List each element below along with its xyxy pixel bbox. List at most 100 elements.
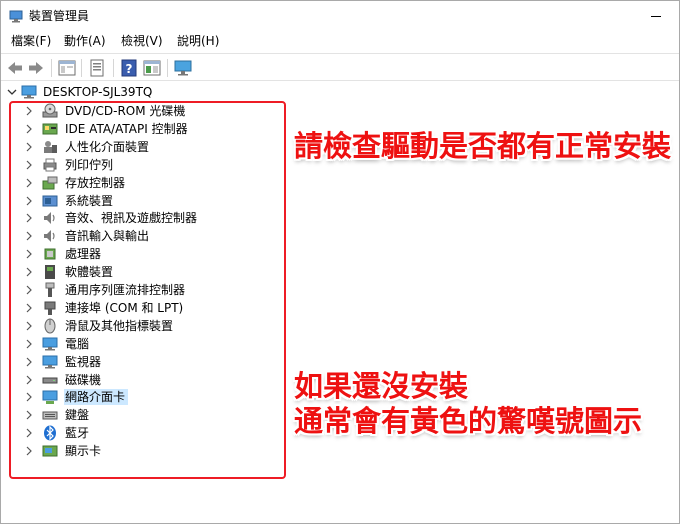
menu-help[interactable]: 說明(H): [175, 33, 221, 49]
device-category[interactable]: 磁碟機: [1, 371, 261, 389]
device-category[interactable]: 存放控制器: [1, 174, 261, 192]
device-category-label: IDE ATA/ATAPI 控制器: [65, 121, 188, 136]
device-category[interactable]: 處理器: [1, 245, 261, 263]
sound-icon: [44, 212, 55, 225]
storage-controller-icon: [42, 176, 58, 190]
dvd-drive-icon: [42, 103, 58, 118]
device-category-label: DVD/CD-ROM 光碟機: [65, 104, 186, 118]
properties-icon[interactable]: [87, 58, 107, 78]
chevron-down-icon[interactable]: [7, 87, 17, 97]
usb-icon: [45, 282, 55, 297]
software-device-icon: [45, 265, 55, 280]
device-category-label: 監視器: [65, 354, 102, 369]
title-bar: 裝置管理員: [1, 1, 679, 31]
tree-root[interactable]: DESKTOP-SJL39TQ: [1, 83, 301, 101]
device-category[interactable]: 顯示卡: [1, 442, 261, 460]
device-category-label: 音訊輸入與輸出: [65, 229, 150, 244]
device-category-label: 列印佇列: [65, 157, 114, 172]
system-device-icon: [42, 195, 58, 206]
annotation-check-drivers: 請檢查驅動是否都有正常安裝: [294, 129, 672, 163]
toolbar: ?: [1, 53, 679, 81]
device-category-label: 磁碟機: [65, 372, 102, 387]
window-title: 裝置管理員: [29, 9, 90, 23]
device-category-label: 處理器: [65, 247, 102, 262]
device-category[interactable]: 音效、視訊及遊戲控制器: [1, 209, 261, 227]
device-category[interactable]: 列印佇列: [1, 156, 261, 174]
menu-file[interactable]: 檔案(F): [9, 33, 53, 49]
device-category[interactable]: 連接埠 (COM 和 LPT): [1, 299, 261, 317]
toolbar-separator: [113, 59, 114, 77]
processor-icon: [44, 248, 56, 260]
chevron-right-icon[interactable]: [24, 142, 34, 152]
device-category[interactable]: 鍵盤: [1, 406, 261, 424]
device-category-label: 藍牙: [65, 426, 90, 441]
device-category[interactable]: 網路介面卡: [1, 388, 261, 406]
device-category[interactable]: 軟體裝置: [1, 263, 261, 281]
chevron-right-icon[interactable]: [24, 231, 34, 241]
device-category[interactable]: 人性化介面裝置: [1, 138, 261, 156]
chevron-right-icon[interactable]: [24, 339, 34, 349]
device-category-label: 音效、視訊及遊戲控制器: [65, 211, 198, 226]
device-category-label: 顯示卡: [65, 444, 102, 459]
display-adapter-icon: [42, 445, 58, 457]
ide-controller-icon: [42, 123, 58, 135]
device-category[interactable]: 滑鼠及其他指標裝置: [1, 317, 261, 335]
device-category[interactable]: DVD/CD-ROM 光碟機: [1, 102, 261, 120]
device-category-label: 網路介面卡: [64, 389, 129, 406]
hid-icon: [44, 140, 57, 153]
device-category[interactable]: 音訊輸入與輸出: [1, 227, 261, 245]
bluetooth-icon: [44, 425, 56, 441]
chevron-right-icon[interactable]: [24, 196, 34, 206]
chevron-right-icon[interactable]: [24, 303, 34, 313]
chevron-right-icon[interactable]: [24, 178, 34, 188]
chevron-right-icon[interactable]: [24, 428, 34, 438]
chevron-right-icon[interactable]: [24, 375, 34, 385]
device-category-label: 電腦: [65, 336, 90, 351]
device-category-label: 人性化介面裝置: [65, 139, 150, 154]
svg-text:?: ?: [126, 62, 133, 76]
device-category[interactable]: 電腦: [1, 335, 261, 353]
chevron-right-icon[interactable]: [24, 213, 34, 223]
chevron-right-icon[interactable]: [24, 267, 34, 277]
device-category[interactable]: 通用序列匯流排控制器: [1, 281, 261, 299]
monitor-icon: [42, 355, 58, 369]
device-manager-app-icon: [9, 10, 23, 23]
chevron-right-icon[interactable]: [24, 249, 34, 259]
device-category-label: 連接埠 (COM 和 LPT): [65, 300, 184, 315]
keyboard-icon: [42, 411, 58, 420]
scan-hardware-icon[interactable]: [173, 58, 193, 78]
chevron-right-icon[interactable]: [24, 410, 34, 420]
menu-view[interactable]: 檢視(V): [119, 33, 165, 49]
chevron-right-icon[interactable]: [24, 160, 34, 170]
chevron-right-icon[interactable]: [24, 446, 34, 456]
toolbar-separator: [167, 59, 168, 77]
chevron-right-icon[interactable]: [24, 357, 34, 367]
network-adapter-icon: [42, 390, 58, 405]
annotation-yellow-warning: 通常會有黃色的驚嘆號圖示: [294, 404, 643, 438]
back-icon[interactable]: [5, 58, 25, 78]
chevron-right-icon[interactable]: [24, 285, 34, 295]
device-category-label: 通用序列匯流排控制器: [65, 283, 186, 297]
disk-drive-icon: [42, 377, 58, 383]
chevron-right-icon[interactable]: [24, 392, 34, 402]
view-icon[interactable]: [57, 58, 77, 78]
chevron-right-icon[interactable]: [24, 321, 34, 331]
device-category[interactable]: 系統裝置: [1, 192, 261, 210]
device-category[interactable]: IDE ATA/ATAPI 控制器: [1, 120, 261, 138]
forward-icon[interactable]: [26, 58, 46, 78]
minimize-button[interactable]: [641, 5, 671, 27]
device-category-label: 鍵盤: [65, 408, 90, 423]
device-category[interactable]: 藍牙: [1, 424, 261, 442]
device-manager-window: 裝置管理員 檔案(F) 動作(A) 檢視(V) 說明(H) ? DESKTOP-…: [0, 0, 680, 524]
chevron-right-icon[interactable]: [24, 106, 34, 116]
device-category-label: 軟體裝置: [65, 265, 114, 280]
menu-action[interactable]: 動作(A): [62, 33, 108, 49]
device-category[interactable]: 監視器: [1, 353, 261, 371]
device-category-label: 存放控制器: [65, 175, 126, 190]
help-icon[interactable]: ?: [119, 58, 139, 78]
chevron-right-icon[interactable]: [24, 124, 34, 134]
device-category-label: 系統裝置: [65, 193, 114, 208]
view2-icon[interactable]: [142, 58, 162, 78]
toolbar-separator: [51, 59, 52, 77]
computer-icon: [21, 85, 37, 99]
